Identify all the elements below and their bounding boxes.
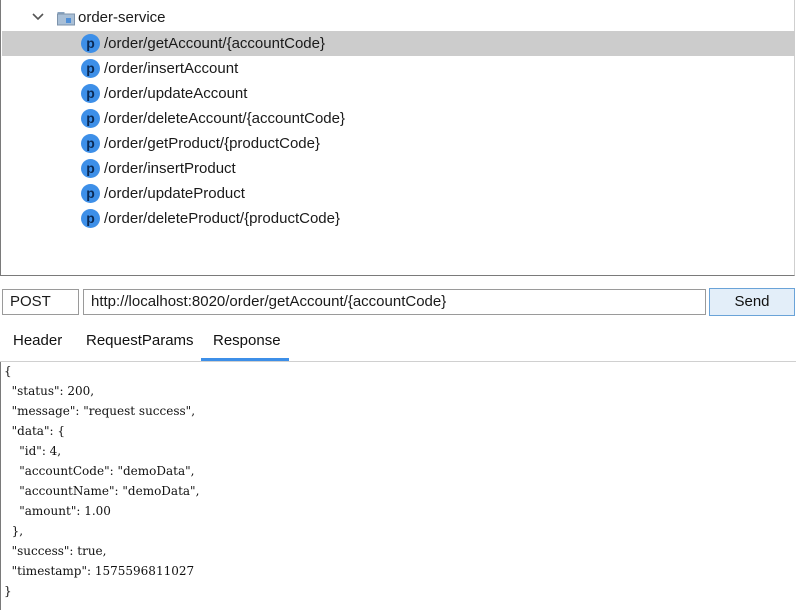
response-line: "amount": 1.00 — [4, 504, 111, 518]
send-button[interactable]: Send — [709, 288, 795, 316]
p-badge-icon: p — [81, 184, 100, 203]
tab-request-params[interactable]: RequestParams — [86, 332, 194, 350]
endpoint-label: /order/getProduct/{productCode} — [104, 135, 320, 152]
p-badge-icon: p — [81, 134, 100, 153]
endpoint-label: /order/insertAccount — [104, 60, 239, 77]
service-tree-panel: order-service p/order/getAccount/{accoun… — [0, 0, 795, 276]
endpoint-label: /order/deleteProduct/{productCode} — [104, 210, 340, 227]
response-line: "status": 200, — [4, 384, 95, 398]
p-badge-icon: p — [81, 159, 100, 178]
endpoint-label: /order/updateAccount — [104, 85, 248, 102]
tab-response[interactable]: Response — [213, 332, 281, 350]
p-badge-icon: p — [81, 34, 100, 53]
p-badge-icon: p — [81, 209, 100, 228]
response-line: } — [4, 584, 12, 598]
endpoint-item[interactable]: p/order/insertAccount — [2, 56, 795, 81]
endpoint-label: /order/updateProduct — [104, 185, 245, 202]
active-tab-indicator — [201, 358, 289, 361]
endpoint-label: /order/deleteAccount/{accountCode} — [104, 110, 346, 127]
p-badge-icon: p — [81, 84, 100, 103]
http-method-select[interactable]: POST — [2, 289, 79, 315]
endpoint-item[interactable]: p/order/getProduct/{productCode} — [2, 131, 795, 156]
chevron-down-icon[interactable] — [32, 12, 44, 22]
endpoint-item[interactable]: p/order/deleteAccount/{accountCode} — [2, 106, 795, 131]
response-line: }, — [4, 524, 24, 538]
endpoint-label: /order/getAccount/{accountCode} — [104, 35, 325, 52]
response-body[interactable]: { "status": 200, "message": "request suc… — [0, 362, 796, 610]
response-line: "timestamp": 1575596811027 — [4, 564, 195, 578]
response-line: "success": true, — [4, 544, 107, 558]
endpoint-item[interactable]: p/order/getAccount/{accountCode} — [2, 31, 795, 56]
tree-root-order-service[interactable]: order-service — [1, 6, 794, 30]
url-input[interactable]: http://localhost:8020/order/getAccount/{… — [83, 289, 706, 315]
p-badge-icon: p — [81, 109, 100, 128]
endpoint-item[interactable]: p/order/updateAccount — [2, 81, 795, 106]
response-line: { — [4, 364, 12, 378]
response-line: "id": 4, — [4, 444, 62, 458]
tree-root-label: order-service — [78, 9, 166, 26]
request-tabs: Header RequestParams Response — [0, 324, 796, 362]
endpoint-item[interactable]: p/order/deleteProduct/{productCode} — [2, 206, 795, 231]
endpoint-label: /order/insertProduct — [104, 160, 236, 177]
response-line: "accountName": "demoData", — [4, 484, 200, 498]
response-line: "accountCode": "demoData", — [4, 464, 195, 478]
folder-icon — [57, 12, 75, 26]
response-line: "data": { — [4, 424, 65, 438]
tab-header[interactable]: Header — [13, 332, 62, 350]
endpoint-item[interactable]: p/order/updateProduct — [2, 181, 795, 206]
p-badge-icon: p — [81, 59, 100, 78]
endpoint-item[interactable]: p/order/insertProduct — [2, 156, 795, 181]
response-line: "message": "request success", — [4, 404, 196, 418]
